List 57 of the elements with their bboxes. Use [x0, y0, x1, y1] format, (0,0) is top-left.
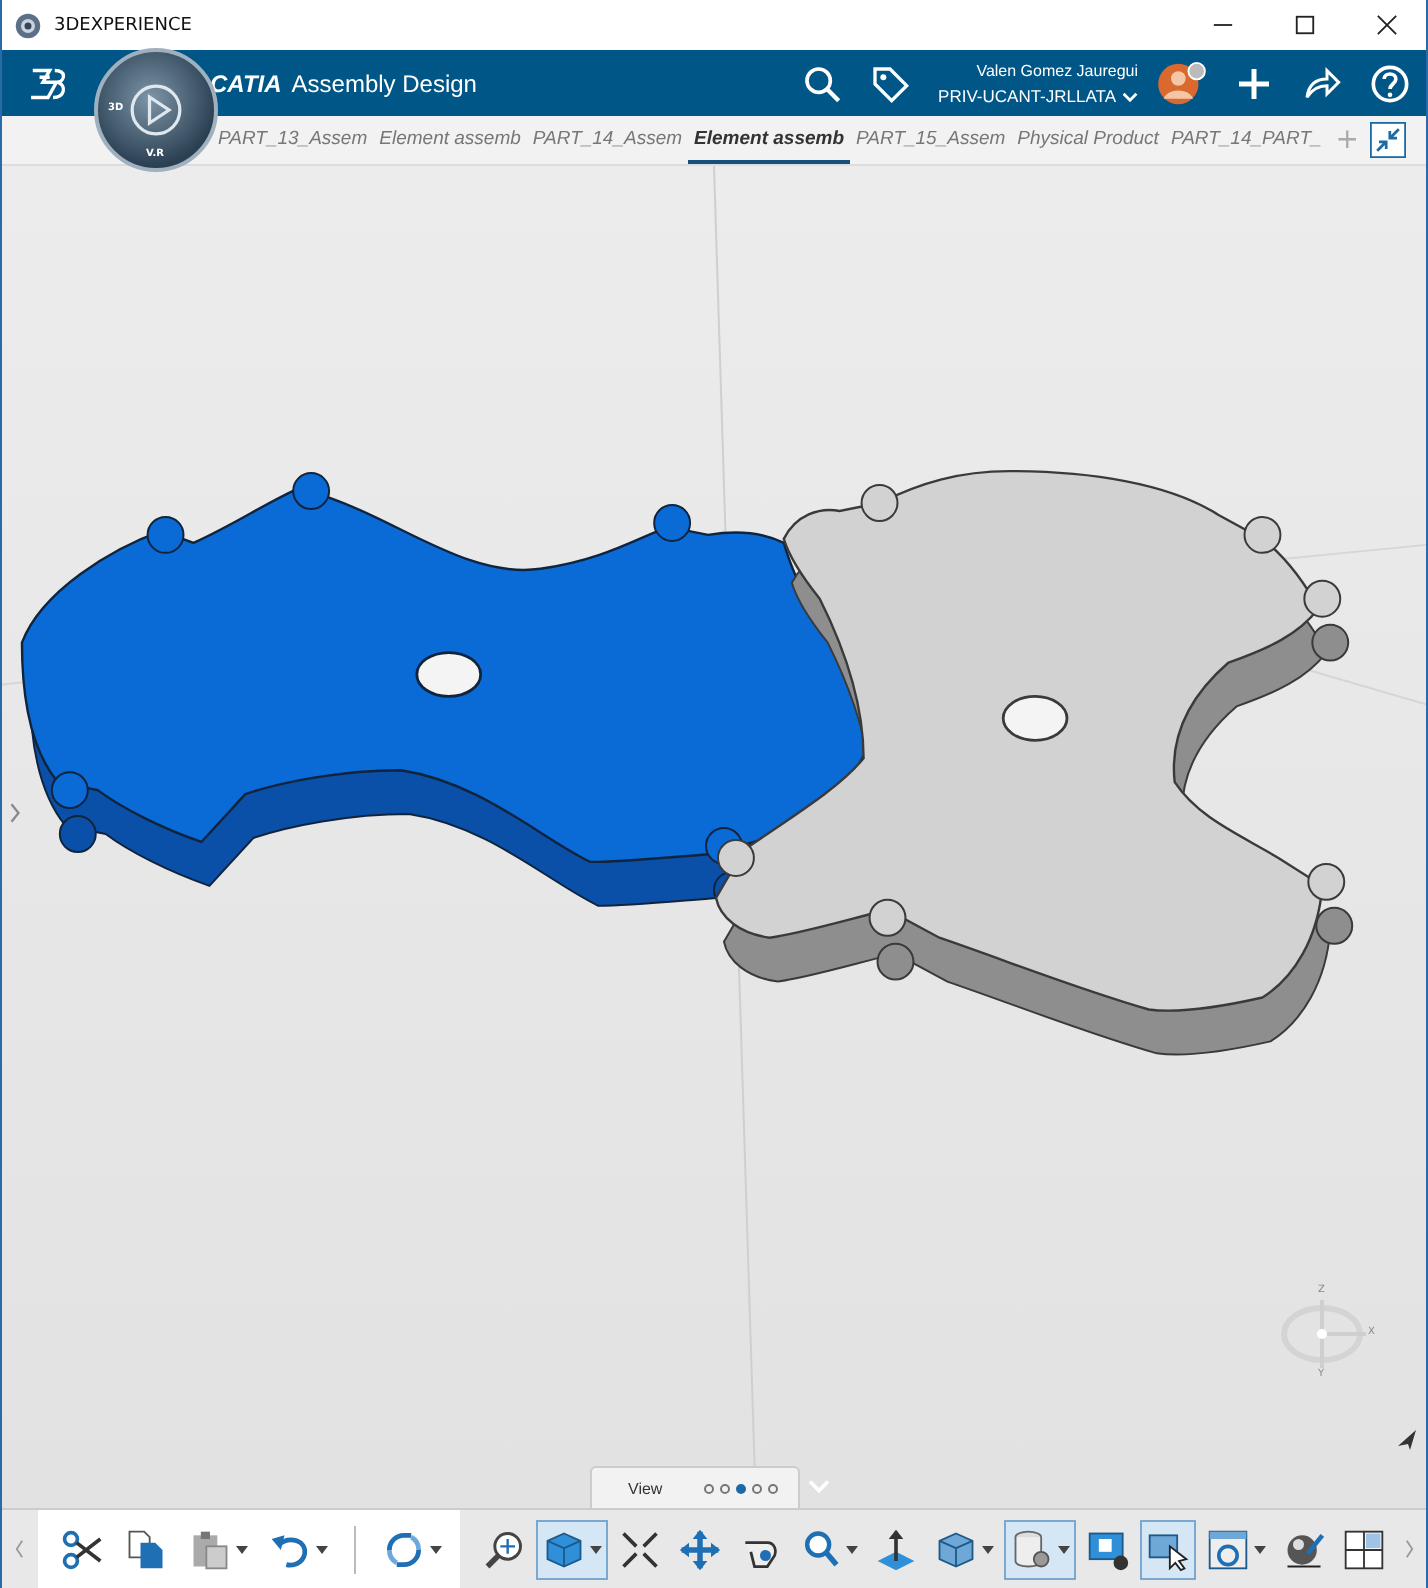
document-tab[interactable]: Physical Product [1011, 116, 1165, 164]
help-icon[interactable] [1370, 63, 1410, 103]
page-dot[interactable] [768, 1483, 779, 1493]
document-tab[interactable]: PART_14_Assem [526, 116, 689, 164]
cube-icon [933, 1527, 977, 1571]
window-title: 3DEXPERIENCE [54, 15, 192, 35]
caret-icon [1253, 1545, 1265, 1553]
normal-arrow-icon [873, 1527, 917, 1571]
magnifier-plus-icon [481, 1527, 525, 1571]
pan-arrows-icon [677, 1527, 721, 1571]
maximize-icon[interactable] [1294, 14, 1316, 36]
caret-icon [315, 1545, 327, 1553]
expand-panel-icon[interactable] [8, 802, 22, 824]
section-label: View [628, 1479, 663, 1497]
search-icon[interactable] [802, 63, 843, 103]
document-tab[interactable]: Element assemb [373, 116, 527, 164]
share-icon[interactable] [1302, 63, 1342, 103]
scissors-icon [59, 1527, 103, 1571]
app-globe-icon [14, 11, 42, 39]
caret-icon [589, 1545, 601, 1553]
caret-icon [845, 1545, 857, 1553]
user-name: Valen Gomez Jauregui [976, 59, 1138, 83]
monitor-icon [1085, 1527, 1129, 1571]
page-dot[interactable] [704, 1483, 715, 1493]
select-button[interactable] [1139, 1519, 1195, 1579]
tenant-dropdown[interactable]: PRIV-UCANT-JRLLATA [938, 83, 1138, 109]
caret-icon [1057, 1545, 1069, 1553]
view-section-tab[interactable]: View [590, 1466, 801, 1508]
cursor-arrow-icon [1394, 1428, 1418, 1452]
close-icon[interactable] [1376, 14, 1398, 36]
document-tab[interactable]: PART_13_Assem [212, 116, 374, 164]
page-dot[interactable] [752, 1483, 763, 1493]
cylinder-gear-icon [1009, 1527, 1053, 1571]
caret-icon[interactable] [1122, 91, 1138, 101]
grid-icon [1341, 1527, 1385, 1571]
cache-button[interactable] [1003, 1519, 1075, 1579]
play-icon[interactable] [130, 84, 182, 136]
caret-icon [981, 1545, 993, 1553]
copy-icon [123, 1527, 167, 1571]
plus-icon[interactable] [1234, 63, 1274, 103]
page-dot[interactable] [720, 1483, 731, 1493]
cube-icon [541, 1527, 585, 1571]
window-refresh-icon [1205, 1527, 1249, 1571]
caret-icon [429, 1545, 441, 1553]
tag-icon[interactable] [870, 63, 911, 103]
page-dot[interactable] [736, 1483, 747, 1493]
cube-view-button[interactable] [535, 1519, 607, 1579]
collapse-icon[interactable] [1370, 122, 1406, 158]
caret-icon [235, 1545, 247, 1553]
fit-all-icon [617, 1527, 661, 1571]
add-tab-button[interactable]: + [1327, 124, 1368, 156]
app-title: Assembly Design [291, 69, 477, 97]
refresh-icon [381, 1527, 425, 1571]
document-tab[interactable]: PART_14_PART_ [1164, 116, 1328, 164]
company-logo-icon [26, 65, 70, 101]
document-tab[interactable]: PART_15_Assem [850, 116, 1012, 164]
avatar-icon[interactable] [1158, 61, 1206, 105]
